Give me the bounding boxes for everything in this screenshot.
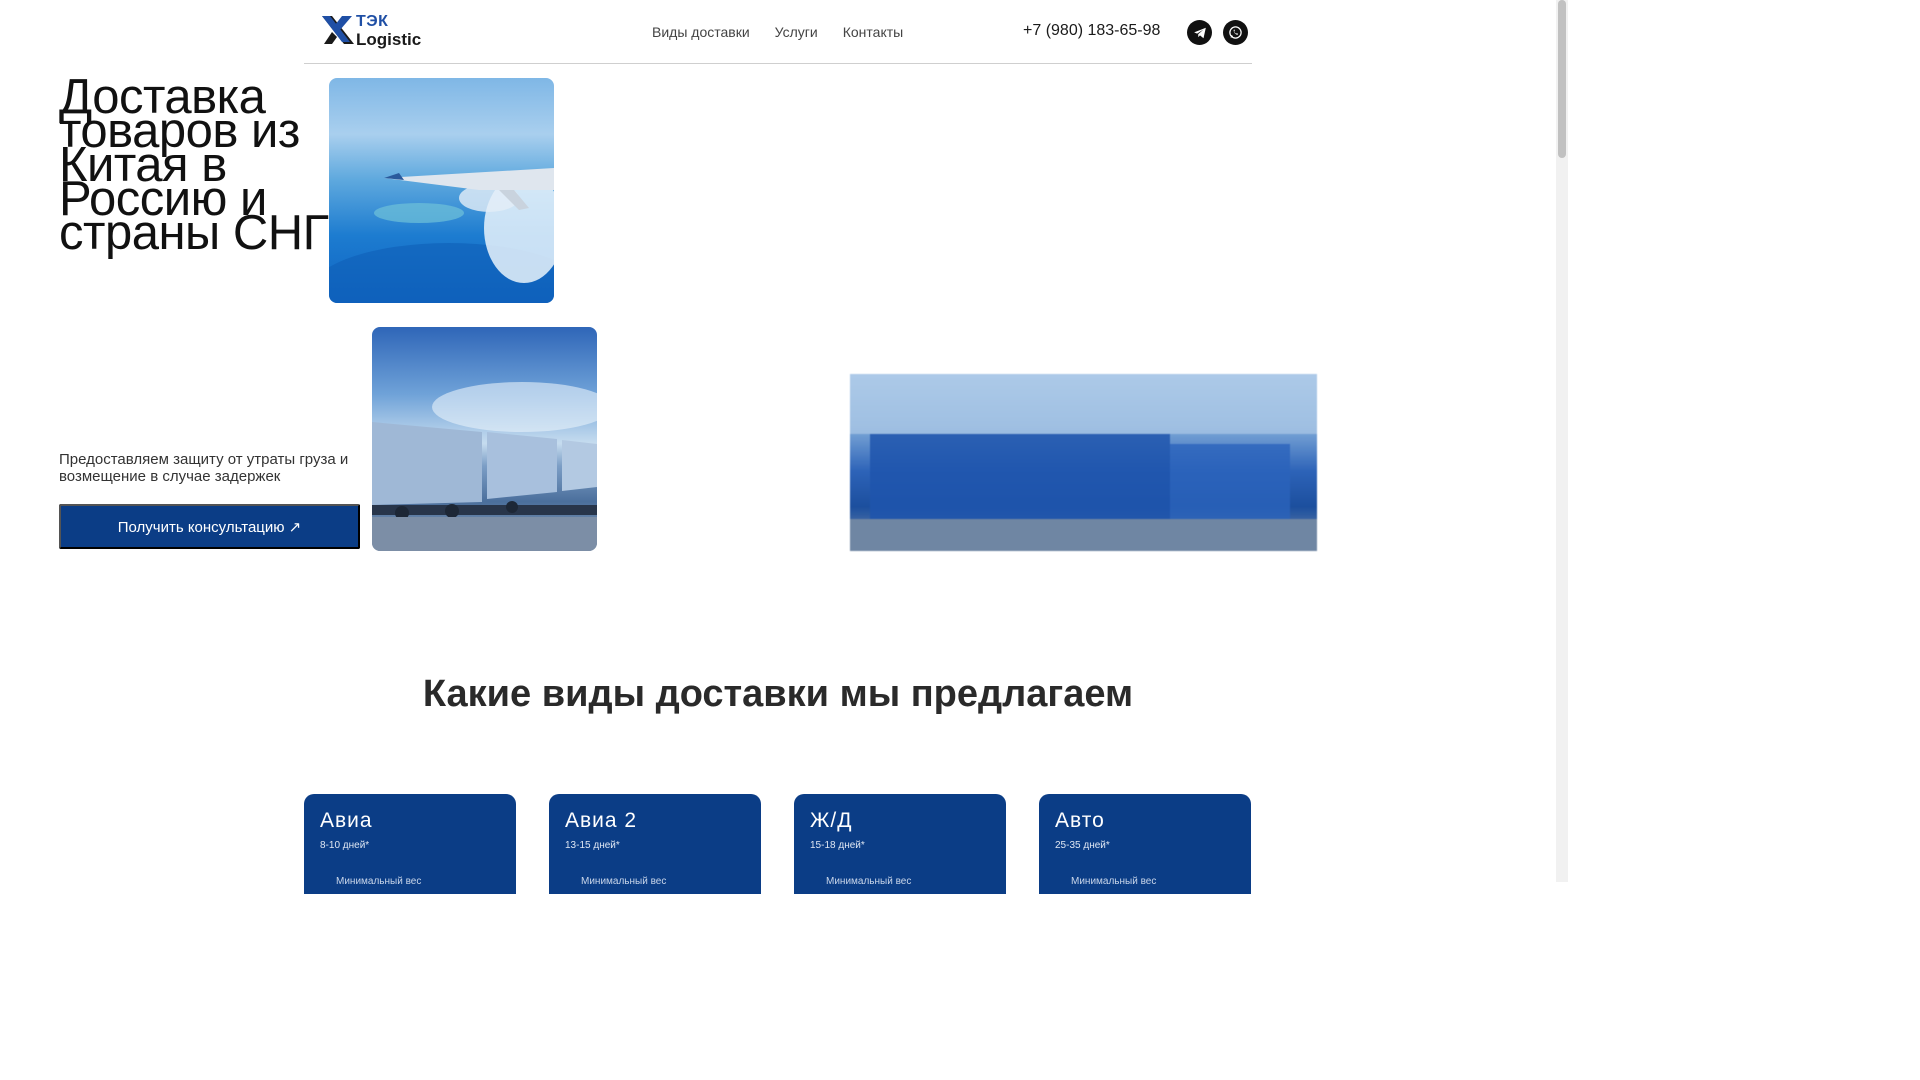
- delivery-card-auto[interactable]: Авто 25-35 дней* Минимальный вес: [1039, 794, 1251, 894]
- delivery-card-air-2[interactable]: Авиа 2 13-15 дней* Минимальный вес: [549, 794, 761, 894]
- page-scrollbar[interactable]: [1556, 0, 1568, 882]
- airplane-wing-graphic: [329, 168, 554, 303]
- main-nav: Виды доставки Услуги Контакты: [652, 24, 903, 40]
- card-days: 25-35 дней*: [1055, 840, 1110, 851]
- card-note: Минимальный вес: [1071, 876, 1157, 887]
- delivery-card-rail[interactable]: Ж/Д 15-18 дней* Минимальный вес: [794, 794, 1006, 894]
- telegram-icon: [1193, 27, 1206, 38]
- nav-delivery-types[interactable]: Виды доставки: [652, 24, 750, 40]
- nav-contacts[interactable]: Контакты: [843, 24, 903, 40]
- card-days: 8-10 дней*: [320, 840, 370, 851]
- card-title: Авиа: [320, 809, 373, 832]
- logo-text-bottom: Logistic: [356, 30, 422, 49]
- delivery-cards: Авиа 8-10 дней* Минимальный вес Авиа 2 1…: [304, 794, 1251, 894]
- card-title: Авто: [1055, 809, 1105, 832]
- card-title: Ж/Д: [810, 809, 853, 832]
- delivery-section-title: Какие виды доставки мы предлагаем: [422, 673, 1134, 715]
- card-note: Минимальный вес: [336, 876, 422, 887]
- train-image: [372, 327, 597, 551]
- nav-services[interactable]: Услуги: [775, 24, 818, 40]
- card-days: 15-18 дней*: [810, 840, 865, 851]
- logo[interactable]: ТЭК Logistic: [320, 12, 422, 50]
- logo-text-top: ТЭК: [356, 13, 389, 30]
- truck-graphic: [850, 374, 1317, 551]
- whatsapp-icon: [1229, 26, 1242, 39]
- card-days: 13-15 дней*: [565, 840, 620, 851]
- logo-mark-icon: [322, 16, 354, 44]
- truck-image: [850, 374, 1317, 551]
- hero-title: Доставка товаров из Китая в Россию и стр…: [59, 70, 329, 260]
- consultation-button[interactable]: Получить консультацию ↗: [59, 504, 360, 549]
- delivery-card-air[interactable]: Авиа 8-10 дней* Минимальный вес: [304, 794, 516, 894]
- scrollbar-thumb[interactable]: [1558, 0, 1566, 158]
- phone-link[interactable]: +7 (980) 183-65-98: [1023, 22, 1160, 40]
- whatsapp-button[interactable]: [1223, 20, 1248, 45]
- telegram-button[interactable]: [1187, 20, 1212, 45]
- card-note: Минимальный вес: [826, 876, 912, 887]
- site-header: ТЭК Logistic Виды доставки Услуги Контак…: [304, 0, 1252, 64]
- airplane-image: [329, 78, 554, 303]
- card-note: Минимальный вес: [581, 876, 667, 887]
- freight-train-graphic: [372, 382, 597, 551]
- hero-subtitle: Предоставляем защиту от утраты груза и в…: [59, 451, 349, 485]
- card-title: Авиа 2: [565, 809, 638, 832]
